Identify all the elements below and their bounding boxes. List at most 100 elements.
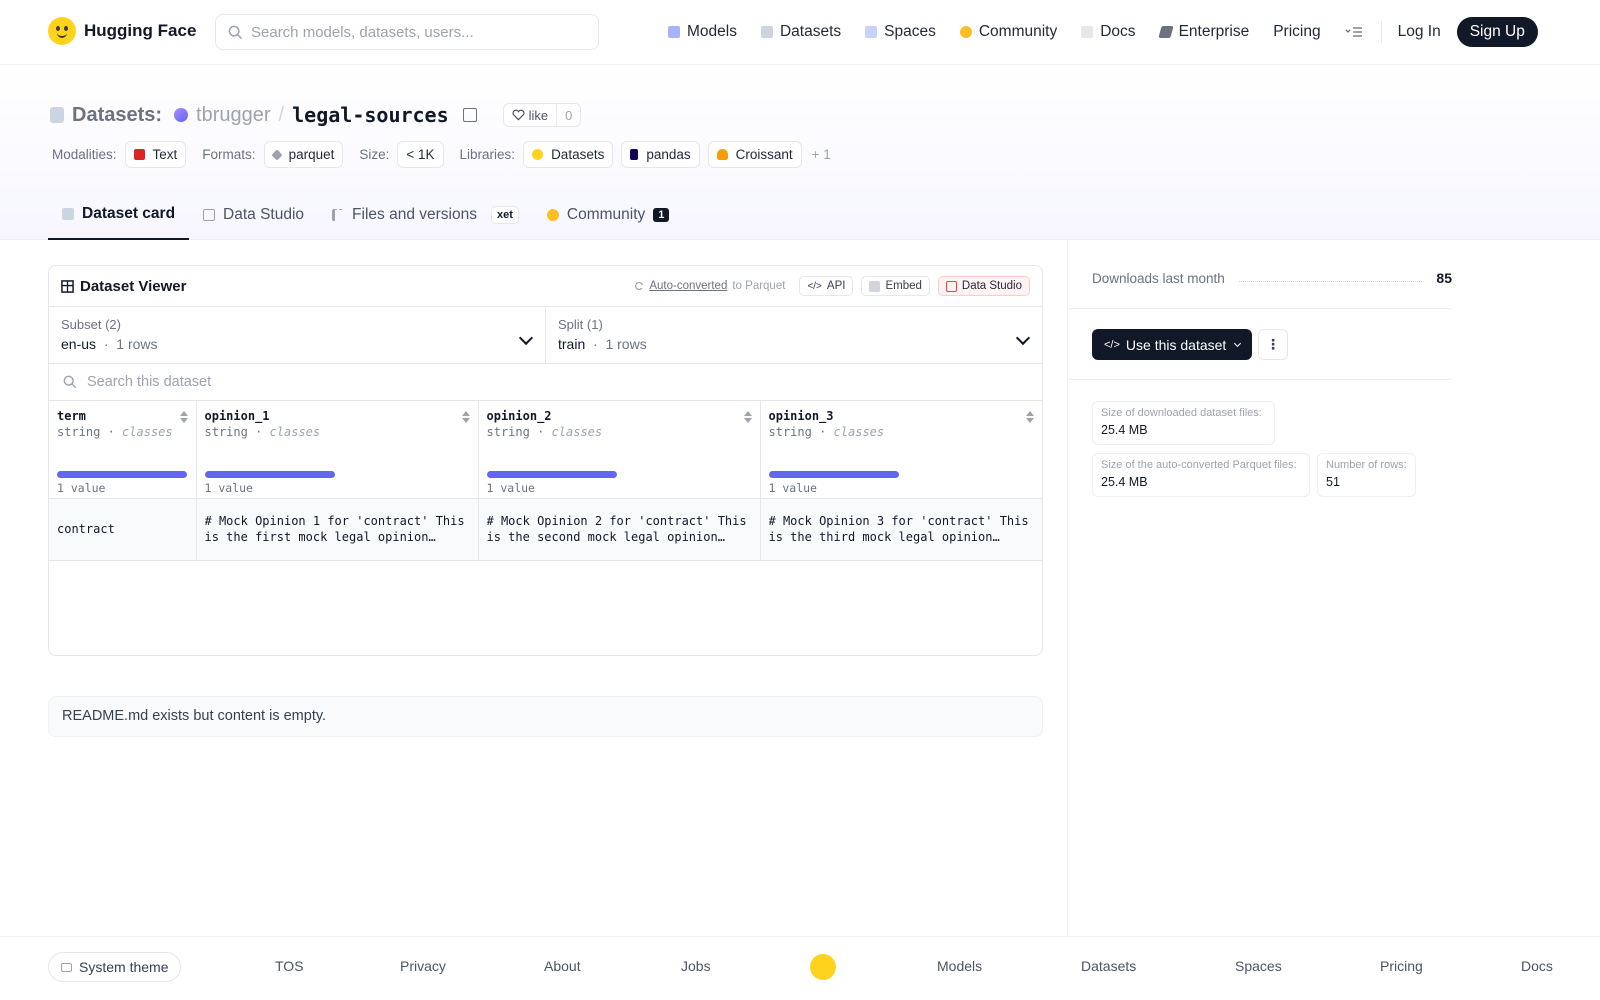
brand-name: Hugging Face (84, 21, 197, 40)
login-link[interactable]: Log In (1398, 23, 1441, 41)
table-cell[interactable]: # Mock Opinion 2 for 'contract' This is … (477, 498, 760, 561)
histogram-bar[interactable] (768, 471, 899, 478)
table-cell[interactable]: contract (49, 498, 196, 561)
tag-library-datasets[interactable]: Datasets (523, 141, 614, 168)
column-header-opinion-1[interactable]: opinion_1 string · classes 1 value (195, 401, 478, 499)
stat-value: 25.4 MB (1101, 475, 1148, 489)
column-stat: 1 value (768, 481, 817, 495)
footer-link-tos[interactable]: TOS (275, 958, 304, 974)
nav-community[interactable]: Community (959, 23, 1058, 41)
repo-name[interactable]: legal-sources (292, 103, 449, 127)
community-icon (546, 208, 559, 221)
column-type: string (486, 425, 530, 439)
histogram-bar[interactable] (204, 471, 335, 478)
subset-select[interactable]: Subset (2) en-us · 1 rows (49, 307, 545, 363)
api-button[interactable]: </> API (799, 276, 854, 296)
repo-owner-link[interactable]: tbrugger (196, 104, 271, 127)
column-stat: 1 value (486, 481, 535, 495)
sort-icon[interactable] (462, 411, 470, 423)
embed-button[interactable]: Embed (861, 276, 930, 296)
dataset-search-input[interactable] (87, 374, 587, 390)
downloads-value: 85 (1436, 270, 1452, 286)
more-options-button[interactable]: ⋮ (1258, 329, 1288, 360)
nav-spaces[interactable]: Spaces (865, 23, 936, 41)
theme-label: System theme (79, 959, 169, 975)
footer-link-about[interactable]: About (544, 958, 581, 974)
stat-parquet-size: Size of the auto-converted Parquet files… (1092, 453, 1310, 497)
nav-more-menu[interactable] (1345, 26, 1363, 38)
tab-community[interactable]: Community 1 (533, 189, 684, 240)
signup-button[interactable]: Sign Up (1456, 17, 1538, 47)
copy-icon[interactable] (462, 108, 477, 122)
viewer-title: Dataset Viewer (80, 277, 187, 295)
stat-value: 51 (1326, 475, 1340, 489)
brand-logo-link[interactable]: Hugging Face (48, 17, 196, 45)
chevron-down-icon (1234, 339, 1242, 347)
table-cell[interactable]: # Mock Opinion 3 for 'contract' This is … (759, 498, 1042, 561)
tab-files-versions[interactable]: Files and versions xet (318, 189, 533, 240)
split-rows: 1 rows (605, 336, 647, 352)
column-name: opinion_3 (768, 409, 834, 423)
nav-docs[interactable]: Docs (1081, 23, 1136, 41)
column-header-opinion-2[interactable]: opinion_2 string · classes 1 value (477, 401, 760, 499)
nav-enterprise-label: Enterprise (1178, 23, 1250, 40)
parquet-icon (270, 148, 283, 161)
embed-icon (869, 280, 881, 292)
to-parquet-text: to Parquet (732, 280, 786, 292)
tab-dataset-card-label: Dataset card (82, 204, 176, 222)
nav-pricing[interactable]: Pricing (1273, 23, 1320, 41)
search-icon (63, 375, 77, 389)
footer-link-docs[interactable]: Docs (1521, 958, 1553, 974)
tab-data-studio[interactable]: Data Studio (189, 189, 318, 240)
footer-link-privacy[interactable]: Privacy (400, 958, 446, 974)
column-header-term[interactable]: term string · classes 1 value (49, 401, 196, 499)
more-libraries[interactable]: + 1 (812, 147, 831, 162)
nav-enterprise[interactable]: Enterprise (1157, 23, 1250, 41)
tab-dataset-card[interactable]: Dataset card (48, 189, 190, 240)
footer-link-jobs[interactable]: Jobs (681, 958, 711, 974)
tag-modality-text[interactable]: Text (124, 141, 187, 168)
section-label[interactable]: Datasets: (72, 104, 162, 127)
column-stat: 1 value (57, 481, 106, 495)
like-button[interactable]: like 0 (502, 103, 582, 127)
nav-community-label: Community (978, 23, 1058, 40)
footer-link-spaces[interactable]: Spaces (1235, 958, 1282, 974)
dataset-tags: Modalities: Text Formats: parquet Size: … (52, 141, 831, 168)
sort-icon[interactable] (1026, 411, 1034, 423)
global-search[interactable] (215, 14, 599, 50)
histogram-bar[interactable] (486, 471, 617, 478)
text-modality-icon (133, 149, 145, 160)
split-select[interactable]: Split (1) train · 1 rows (545, 307, 1042, 363)
api-button-label: API (826, 280, 846, 292)
column-type: string (204, 425, 248, 439)
embed-button-label: Embed (885, 280, 922, 292)
use-this-dataset-label: Use this dataset (1125, 336, 1227, 353)
footer-link-datasets[interactable]: Datasets (1081, 958, 1136, 974)
nav-datasets[interactable]: Datasets (760, 23, 841, 41)
tag-library-pandas[interactable]: pandas (621, 141, 700, 168)
global-search-input[interactable] (251, 23, 571, 41)
theme-toggle-button[interactable]: System theme (48, 952, 182, 982)
data-studio-button[interactable]: Data Studio (937, 276, 1030, 296)
dataset-search[interactable] (49, 364, 1042, 401)
tag-library-croissant[interactable]: Croissant (707, 141, 802, 168)
tag-format-parquet[interactable]: parquet (263, 141, 344, 168)
sort-icon[interactable] (180, 411, 188, 423)
nav-models[interactable]: Models (668, 23, 737, 41)
libraries-label: Libraries: (459, 147, 516, 162)
tag-size[interactable]: < 1K (397, 141, 444, 168)
footer-link-pricing[interactable]: Pricing (1380, 958, 1423, 974)
column-type: string (57, 425, 101, 439)
nav-models-label: Models (687, 23, 737, 40)
table-row[interactable]: contract # Mock Opinion 1 for 'contract'… (49, 498, 1042, 561)
nav-docs-label: Docs (1100, 23, 1136, 40)
column-header-opinion-3[interactable]: opinion_3 string · classes 1 value (759, 401, 1042, 499)
histogram-bar[interactable] (57, 471, 187, 478)
auto-converted-link[interactable]: Auto-converted (649, 280, 727, 292)
use-this-dataset-button[interactable]: </> Use this dataset (1092, 329, 1253, 360)
hugging-face-logo-icon[interactable] (810, 954, 836, 980)
footer-link-models[interactable]: Models (937, 958, 982, 974)
sort-icon[interactable] (744, 411, 752, 423)
table-cell[interactable]: # Mock Opinion 1 for 'contract' This is … (195, 498, 478, 561)
docs-icon (1081, 26, 1094, 38)
